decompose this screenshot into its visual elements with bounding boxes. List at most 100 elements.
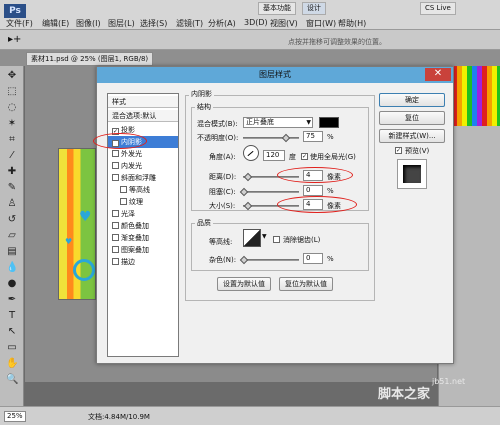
new-style-button[interactable]: 新建样式(W)... — [379, 129, 445, 143]
close-icon[interactable]: ✕ — [425, 68, 451, 81]
blur-tool-icon[interactable]: 💧 — [6, 262, 18, 274]
history-brush-icon[interactable]: ↺ — [6, 214, 18, 226]
gradient-tool-icon[interactable]: ▤ — [6, 246, 18, 258]
stamp-tool-icon[interactable]: ♙ — [6, 198, 18, 210]
lasso-tool-icon[interactable]: ◌ — [6, 102, 18, 114]
style-item-checkbox[interactable] — [112, 210, 119, 217]
shape-tool-icon[interactable]: ▭ — [6, 342, 18, 354]
heal-brush-icon[interactable]: ✚ — [6, 166, 18, 178]
set-default-button[interactable]: 设置为默认值 — [217, 277, 271, 291]
brush-tool-icon[interactable]: ✎ — [6, 182, 18, 194]
hand-tool-icon[interactable]: ✋ — [6, 358, 18, 370]
menu-item[interactable]: 滤镜(T) — [176, 18, 203, 29]
eyedropper-icon[interactable]: ⁄ — [6, 150, 18, 162]
noise-label: 杂色(N): — [209, 256, 237, 264]
menu-item[interactable]: 视图(V) — [270, 18, 298, 29]
menu-item[interactable]: 窗口(W) — [306, 18, 336, 29]
style-item[interactable]: 光泽 — [108, 208, 178, 220]
reset-default-button[interactable]: 复位为默认值 — [279, 277, 333, 291]
style-item-checkbox[interactable] — [120, 186, 127, 193]
menu-item[interactable]: 文件(F) — [6, 18, 33, 29]
style-item-checkbox[interactable] — [112, 246, 119, 253]
choke-slider-track[interactable] — [243, 191, 299, 193]
zoom-tool-icon[interactable]: 🔍 — [6, 374, 18, 386]
style-item-label: 颜色叠加 — [121, 222, 149, 230]
cs-live-button[interactable]: CS Live — [420, 2, 456, 15]
style-item-checkbox[interactable] — [112, 174, 119, 181]
contour-preview[interactable] — [243, 229, 261, 247]
blend-options-item[interactable]: 混合选项:默认 — [108, 110, 178, 122]
angle-dial[interactable] — [243, 145, 259, 161]
angle-label: 角度(A): — [209, 153, 236, 161]
document-size: 文档:4.84M/10.9M — [88, 413, 150, 421]
menu-item[interactable]: 分析(A) — [208, 18, 236, 29]
style-item-checkbox[interactable] — [112, 222, 119, 229]
blend-mode-select[interactable]: 正片叠底 ▼ — [243, 117, 313, 128]
style-item-checkbox[interactable] — [120, 198, 127, 205]
style-item[interactable]: 渐变叠加 — [108, 232, 178, 244]
antialias-label: 消除锯齿(L) — [283, 236, 321, 244]
choke-label: 阻塞(C): — [209, 188, 236, 196]
pen-tool-icon[interactable]: ✒ — [6, 294, 18, 306]
type-tool-icon[interactable]: T — [6, 310, 18, 322]
crop-tool-icon[interactable]: ⌗ — [6, 134, 18, 146]
annotation-oval-inner-shadow — [93, 133, 147, 149]
move-tool-icon[interactable]: ▸+ — [8, 34, 21, 45]
style-item-checkbox[interactable] — [112, 162, 119, 169]
document-image[interactable]: ♥ ♥ — [58, 148, 96, 300]
zoom-field[interactable]: 25% — [4, 411, 26, 422]
workspace-basic-button[interactable]: 基本功能 — [258, 2, 296, 15]
style-list-header[interactable]: 样式 — [108, 96, 178, 108]
style-item-checkbox[interactable] — [112, 150, 119, 157]
style-item[interactable]: 等高线 — [108, 184, 178, 196]
style-item[interactable]: 斜面和浮雕 — [108, 172, 178, 184]
style-item[interactable]: 描边 — [108, 256, 178, 268]
dodge-tool-icon[interactable]: ● — [6, 278, 18, 290]
angle-field[interactable]: 120 — [263, 150, 285, 161]
menu-item[interactable]: 选择(S) — [140, 18, 167, 29]
blend-mode-value: 正片叠底 — [246, 118, 274, 126]
menu-item[interactable]: 3D(D) — [244, 18, 268, 27]
choke-unit: % — [327, 187, 334, 195]
swatches-panel[interactable] — [452, 66, 500, 126]
preview-checkbox[interactable]: ✓ — [395, 147, 402, 154]
style-item-label: 图案叠加 — [121, 246, 149, 254]
marquee-tool-icon[interactable]: ⬚ — [6, 86, 18, 98]
opacity-field[interactable]: 75 — [303, 131, 323, 142]
chevron-down-icon[interactable]: ▼ — [262, 233, 267, 240]
style-item-label: 描边 — [121, 258, 135, 266]
magic-wand-icon[interactable]: ✶ — [6, 118, 18, 130]
annotation-oval-distance — [277, 167, 353, 183]
workspace-design-button[interactable]: 设计 — [302, 2, 326, 15]
style-item-checkbox[interactable] — [112, 258, 119, 265]
style-item-label: 纹理 — [129, 198, 143, 206]
status-bar: 25% 文档:4.84M/10.9M — [0, 406, 500, 425]
move-tool-icon[interactable]: ✥ — [6, 70, 18, 82]
noise-field[interactable]: 0 — [303, 253, 323, 264]
choke-field[interactable]: 0 — [303, 185, 323, 196]
ok-button[interactable]: 确定 — [379, 93, 445, 107]
menu-item[interactable]: 帮助(H) — [338, 18, 366, 29]
style-item[interactable]: 外发光 — [108, 148, 178, 160]
style-item-checkbox[interactable] — [112, 234, 119, 241]
path-select-icon[interactable]: ↖ — [6, 326, 18, 338]
style-item[interactable]: 图案叠加 — [108, 244, 178, 256]
shadow-color-swatch[interactable] — [319, 117, 339, 128]
style-item[interactable]: 纹理 — [108, 196, 178, 208]
antialias-checkbox[interactable] — [273, 236, 280, 243]
menu-item[interactable]: 编辑(E) — [42, 18, 69, 29]
layer-style-dialog: 图层样式 ✕ 样式 混合选项:默认 ✓ 投影 ✓ 内阴影 外发光 内发光 斜面和浮雕 等高线纹… — [93, 66, 454, 364]
noise-slider-track[interactable] — [243, 259, 299, 261]
style-preview-swatch — [403, 165, 421, 183]
eraser-tool-icon[interactable]: ▱ — [6, 230, 18, 242]
reset-button[interactable]: 复位 — [379, 111, 445, 125]
style-item[interactable]: 颜色叠加 — [108, 220, 178, 232]
opacity-slider-track[interactable] — [243, 137, 299, 139]
global-light-checkbox[interactable]: ✓ — [301, 153, 308, 160]
document-tab[interactable]: 素材11.psd @ 25% (图层1, RGB/8) — [26, 52, 154, 66]
opacity-label: 不透明度(O): — [197, 134, 239, 142]
menu-item[interactable]: 图层(L) — [108, 18, 135, 29]
menu-item[interactable]: 图像(I) — [76, 18, 101, 29]
size-label: 大小(S): — [209, 202, 236, 210]
style-item[interactable]: 内发光 — [108, 160, 178, 172]
